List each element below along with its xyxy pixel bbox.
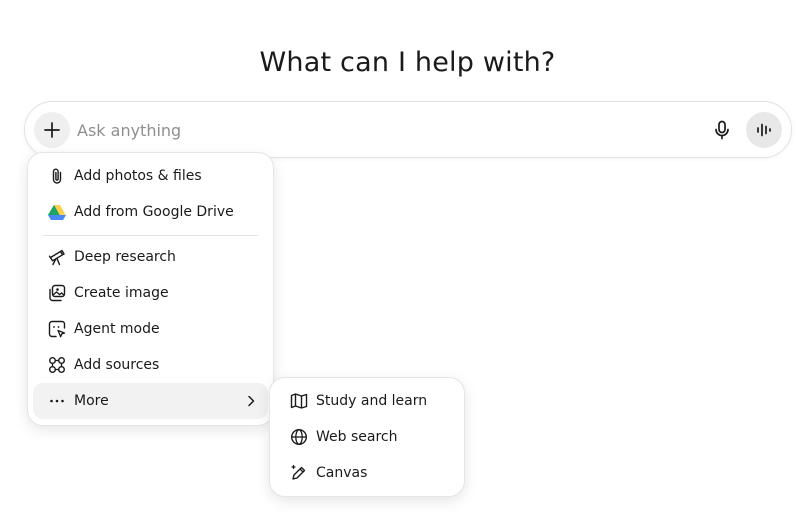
menu-item-add-sources[interactable]: Add sources [33, 347, 268, 383]
prompt-input[interactable] [77, 116, 677, 144]
menu-item-add-photos-files[interactable]: Add photos & files [33, 158, 268, 194]
page: What can I help with? Ask anything Add p… [0, 0, 805, 512]
more-submenu: Study and learn Web search Canvas [269, 377, 465, 497]
prompt-composer [24, 101, 792, 158]
menu-item-study-and-learn[interactable]: Study and learn [275, 383, 459, 419]
menu-item-agent-mode[interactable]: Agent mode [33, 311, 268, 347]
sources-icon [48, 356, 66, 374]
menu-item-label: Web search [316, 429, 398, 445]
voice-mode-button[interactable] [746, 112, 782, 148]
menu-item-label: Create image [74, 285, 169, 301]
telescope-icon [48, 248, 66, 266]
menu-item-add-from-google-drive[interactable]: Add from Google Drive [33, 194, 268, 230]
menu-item-label: Agent mode [74, 321, 160, 337]
microphone-icon [713, 120, 731, 140]
globe-icon [290, 428, 308, 446]
menu-item-web-search[interactable]: Web search [275, 419, 459, 455]
menu-item-label: Add from Google Drive [74, 204, 234, 220]
image-icon [48, 284, 66, 302]
paperclip-icon [48, 167, 66, 185]
canvas-pen-icon [290, 464, 308, 482]
page-title: What can I help with? [259, 47, 556, 79]
menu-item-canvas[interactable]: Canvas [275, 455, 459, 491]
attach-menu: Add photos & files Add from Google Drive [27, 152, 274, 426]
menu-item-label: Canvas [316, 465, 368, 481]
menu-item-label: Add photos & files [74, 168, 202, 184]
google-drive-icon [48, 203, 66, 221]
book-icon [290, 392, 308, 410]
chevron-right-icon [244, 394, 258, 408]
menu-item-label: Add sources [74, 357, 160, 373]
dictate-button[interactable] [708, 116, 736, 144]
menu-item-label: Study and learn [316, 393, 428, 409]
voice-mode-icon [755, 121, 773, 139]
ellipsis-icon [48, 392, 66, 410]
menu-item-create-image[interactable]: Create image [33, 275, 268, 311]
menu-item-deep-research[interactable]: Deep research [33, 239, 268, 275]
agent-cursor-icon [48, 320, 66, 338]
attach-button[interactable] [34, 112, 70, 148]
menu-item-more[interactable]: More [33, 383, 268, 419]
plus-icon [43, 121, 61, 139]
menu-item-label: More [74, 393, 109, 409]
menu-item-label: Deep research [74, 249, 176, 265]
menu-divider [43, 235, 258, 236]
